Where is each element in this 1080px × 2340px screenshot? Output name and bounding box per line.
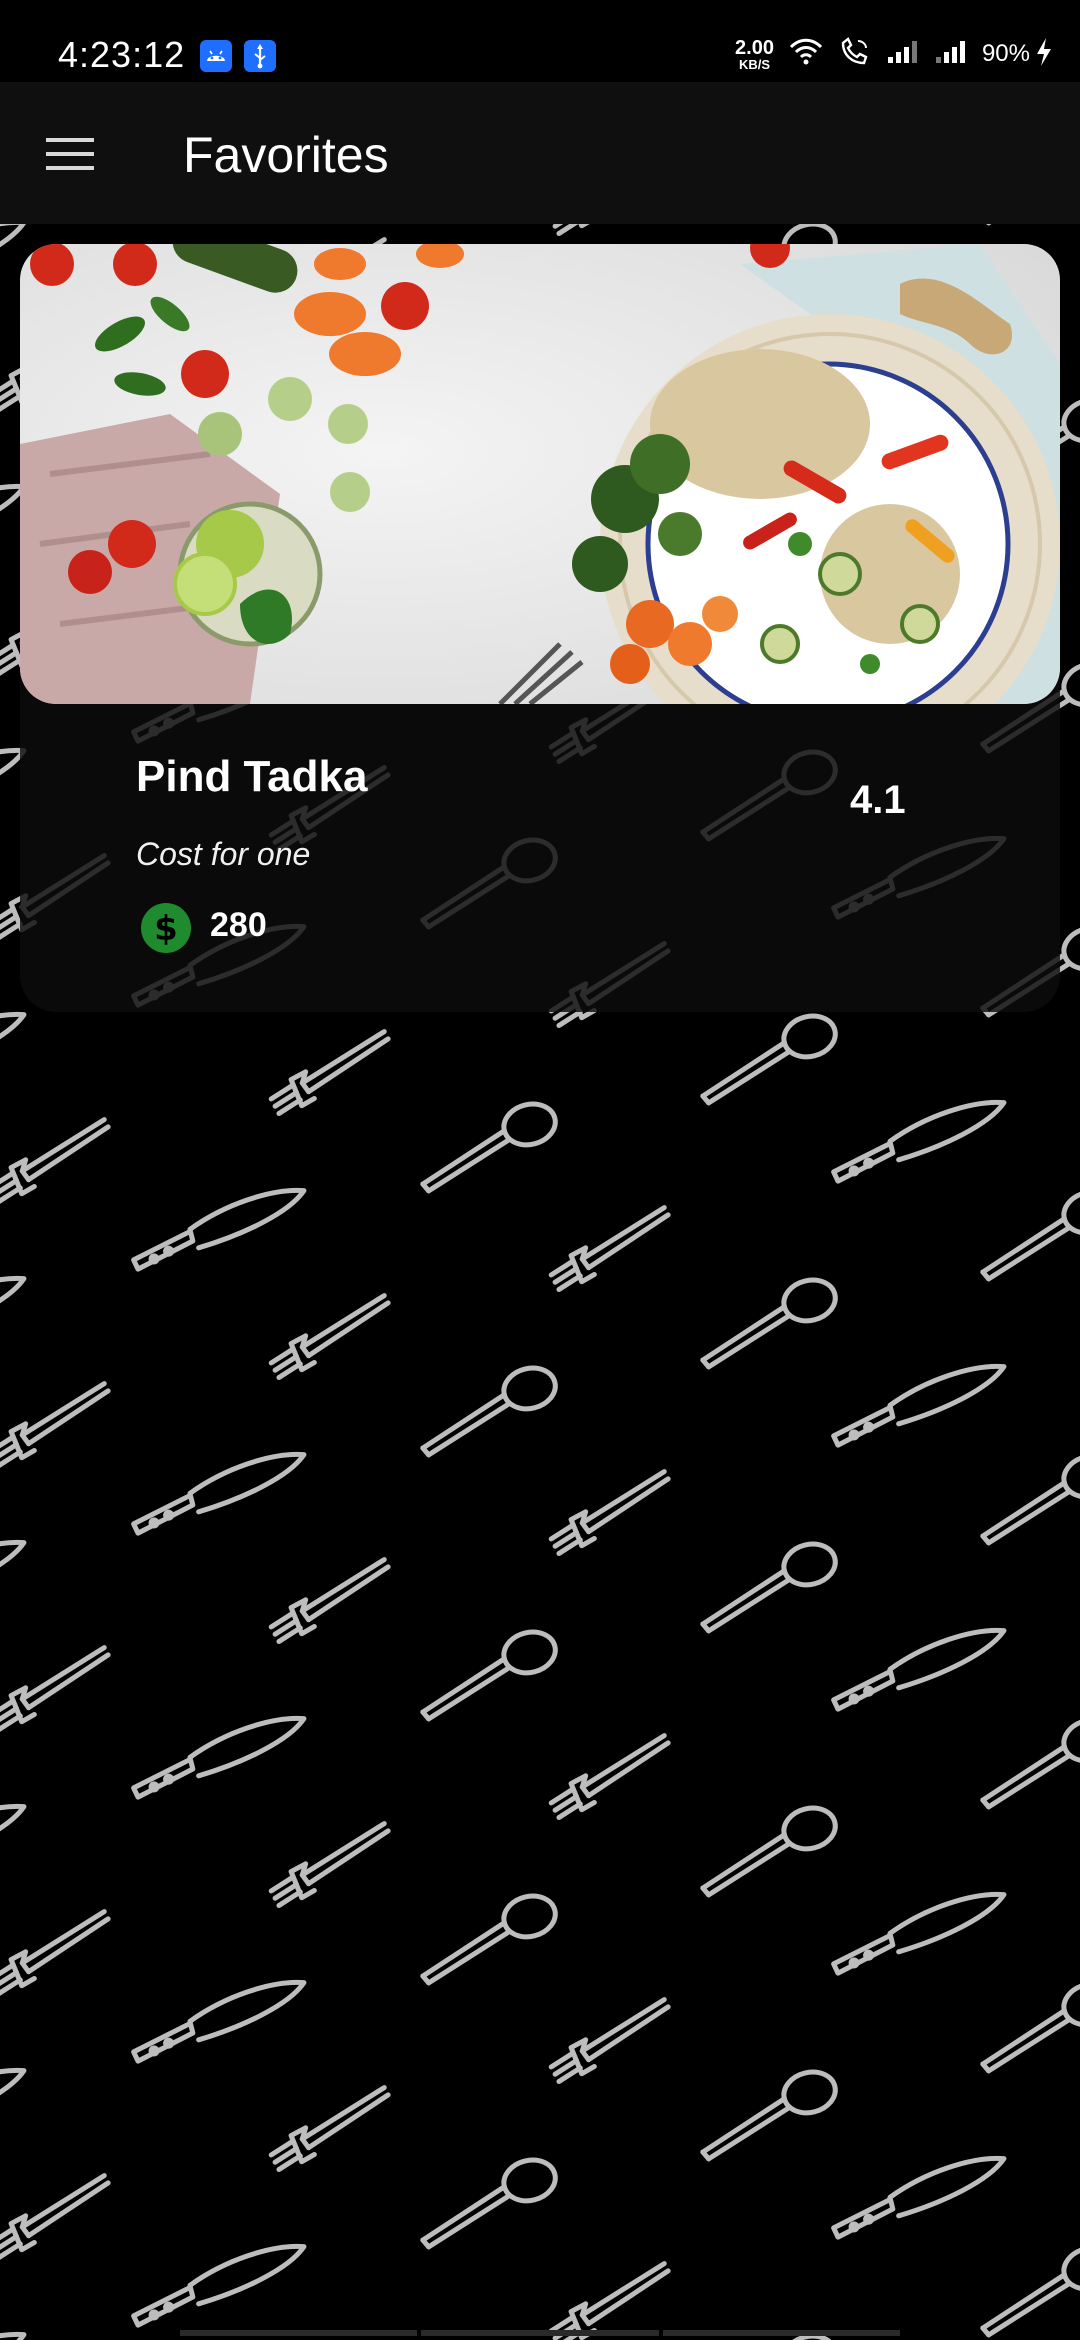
fork-pattern-icon: [0, 2175, 119, 2258]
restaurant-rating: 4.1: [850, 778, 906, 822]
fork-pattern-icon: [0, 1911, 119, 1994]
hamburger-menu-icon[interactable]: [44, 134, 100, 174]
knife-pattern-icon: [126, 1185, 313, 1269]
spoon-pattern-icon: [970, 2243, 1080, 2336]
knife-pattern-icon: [0, 1273, 33, 1357]
fork-pattern-icon: [262, 1295, 399, 1378]
spoon-pattern-icon: [690, 1803, 844, 1896]
knife-pattern-icon: [126, 1449, 313, 1533]
spoon-pattern-icon: [410, 1627, 564, 1720]
fork-pattern-icon: [262, 1823, 399, 1906]
spoon-pattern-icon: [690, 1539, 844, 1632]
dollar-coin-icon: $: [140, 902, 192, 954]
spoon-pattern-icon: [690, 2067, 844, 2160]
fork-pattern-icon: [0, 1119, 119, 1202]
spoon-pattern-icon: [690, 1011, 844, 1104]
spoon-pattern-icon: [410, 1099, 564, 1192]
restaurant-name: Pind Tadka: [136, 752, 368, 801]
signal-icon-2: [934, 39, 968, 70]
fork-pattern-icon: [542, 1999, 679, 2082]
signal-icon: [886, 39, 920, 70]
knife-pattern-icon: [126, 2241, 313, 2325]
spoon-pattern-icon: [970, 1715, 1080, 1808]
battery-level: 90%: [981, 40, 1030, 67]
nav-segment: [180, 2330, 418, 2336]
android-icon: [200, 40, 232, 72]
fork-pattern-icon: [262, 2087, 399, 2170]
charging-icon: [1034, 37, 1054, 72]
spoon-pattern-icon: [410, 1363, 564, 1456]
fork-pattern-icon: [542, 1735, 679, 1818]
knife-pattern-icon: [826, 1889, 1013, 1973]
wifi-icon: [788, 37, 824, 72]
spoon-pattern-icon: [410, 1891, 564, 1984]
knife-pattern-icon: [826, 1625, 1013, 1709]
svg-text:$: $: [154, 909, 178, 949]
bottom-nav-strip: [180, 2330, 900, 2336]
knife-pattern-icon: [0, 2065, 33, 2149]
app-bar: Favorites: [0, 82, 1080, 224]
fork-pattern-icon: [542, 1471, 679, 1554]
knife-pattern-icon: [126, 1713, 313, 1797]
knife-pattern-icon: [0, 2329, 33, 2340]
fork-pattern-icon: [0, 1383, 119, 1466]
restaurant-card[interactable]: Pind Tadka Cost for one $ 280 4.1: [20, 244, 1060, 1012]
wifi-calling-icon: [838, 36, 872, 72]
fork-pattern-icon: [262, 1031, 399, 1114]
restaurant-price: 280: [210, 906, 267, 944]
network-speed-value: 2.00: [735, 36, 774, 59]
nav-segment: [421, 2330, 659, 2336]
spoon-pattern-icon: [690, 1275, 844, 1368]
knife-pattern-icon: [826, 2153, 1013, 2237]
knife-pattern-icon: [826, 1097, 1013, 1181]
restaurant-image: [20, 244, 1060, 704]
nav-segment: [662, 2330, 900, 2336]
fork-pattern-icon: [262, 1559, 399, 1642]
knife-pattern-icon: [0, 1801, 33, 1885]
usb-icon: [244, 40, 276, 72]
spoon-pattern-icon: [970, 1187, 1080, 1280]
knife-pattern-icon: [0, 1009, 33, 1093]
status-time: 4:23:12: [58, 34, 186, 75]
knife-pattern-icon: [0, 1537, 33, 1621]
spoon-pattern-icon: [410, 2155, 564, 2248]
network-speed: 2.00 KB/S: [735, 38, 774, 71]
page-title: Favorites: [183, 127, 389, 183]
spoon-pattern-icon: [970, 1451, 1080, 1544]
fork-pattern-icon: [542, 2263, 679, 2340]
knife-pattern-icon: [826, 1361, 1013, 1445]
spoon-pattern-icon: [970, 1979, 1080, 2072]
knife-pattern-icon: [126, 1977, 313, 2061]
status-bar: 4:23:12 2.00 KB/S 90%: [0, 0, 1080, 82]
network-speed-unit: KB/S: [738, 56, 771, 72]
cost-for-one-label: Cost for one: [136, 836, 311, 872]
fork-pattern-icon: [542, 1207, 679, 1290]
fork-pattern-icon: [0, 1647, 119, 1730]
